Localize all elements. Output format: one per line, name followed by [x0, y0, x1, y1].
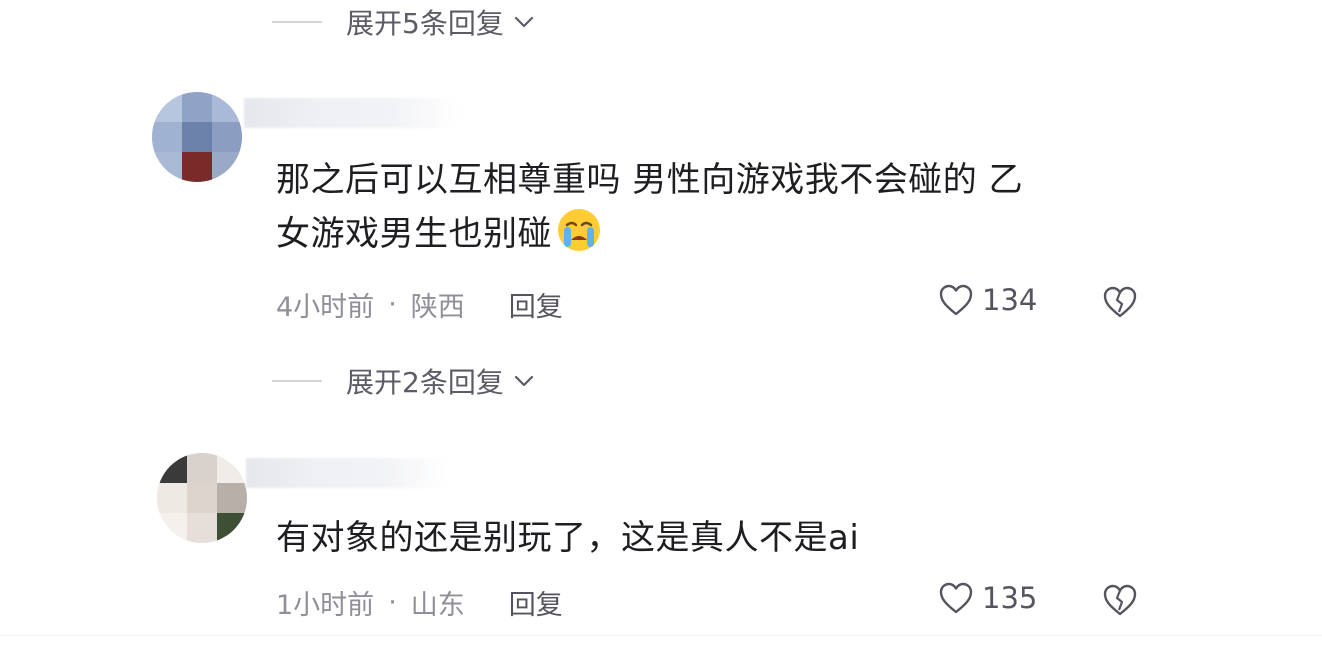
like-count: 134: [982, 283, 1038, 317]
username-redacted[interactable]: [246, 458, 446, 488]
expand-replies-label: 展开2条回复: [346, 366, 504, 399]
meta-separator: ·: [388, 289, 397, 320]
avatar-mosaic: [157, 453, 247, 543]
username-redacted[interactable]: [244, 98, 459, 128]
divider-line: [272, 380, 322, 382]
like-count: 135: [982, 581, 1038, 615]
bottom-divider: [0, 635, 1322, 636]
timestamp: 1小时前: [276, 590, 375, 621]
comment-meta: 1小时前 · 山东 回复: [276, 583, 563, 622]
comment-text: 有对象的还是别玩了，这是真人不是ai: [276, 511, 859, 565]
reply-button[interactable]: 回复: [509, 583, 563, 622]
broken-heart-icon: [1103, 584, 1137, 616]
location: 山东: [410, 590, 465, 621]
comment-line: 那之后可以互相尊重吗 男性向游戏我不会碰的 乙: [276, 160, 1024, 200]
like-button[interactable]: 135: [938, 581, 1037, 615]
reply-button[interactable]: 回复: [509, 285, 563, 324]
crying-face-icon: [558, 209, 600, 251]
location: 陕西: [410, 292, 465, 323]
meta-separator: ·: [388, 587, 397, 618]
expand-replies-label: 展开5条回复: [346, 7, 504, 40]
comment-line: 有对象的还是别玩了，这是真人不是ai: [276, 518, 860, 558]
chevron-down-icon: [514, 375, 533, 387]
avatar[interactable]: [157, 453, 247, 543]
avatar-mosaic: [152, 92, 242, 182]
heart-icon: [939, 582, 973, 614]
expand-replies-top[interactable]: 展开5条回复: [272, 2, 536, 42]
comment-text: 那之后可以互相尊重吗 男性向游戏我不会碰的 乙 女游戏男生也别碰: [276, 153, 1023, 261]
broken-heart-icon: [1103, 286, 1137, 318]
comment-meta: 4小时前 · 陕西 回复: [276, 285, 563, 324]
comment-line: 女游戏男生也别碰: [276, 207, 1023, 261]
like-button[interactable]: 134: [938, 283, 1037, 317]
heart-icon: [939, 284, 973, 316]
dislike-button[interactable]: [1102, 285, 1138, 323]
divider-line: [272, 21, 322, 23]
timestamp: 4小时前: [276, 292, 375, 323]
expand-replies[interactable]: 展开2条回复: [272, 361, 536, 401]
avatar[interactable]: [152, 92, 242, 182]
comment-line-text: 女游戏男生也别碰: [276, 214, 552, 254]
chevron-down-icon: [514, 16, 533, 28]
dislike-button[interactable]: [1102, 583, 1138, 621]
